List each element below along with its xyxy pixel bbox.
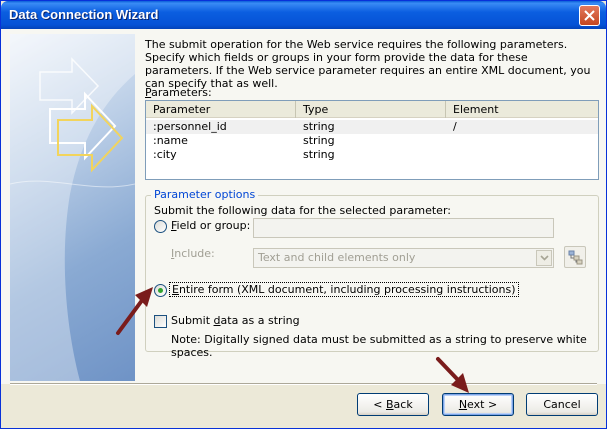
cell-type: string [303,148,335,161]
cell-element: / [453,120,457,133]
cell-type: string [303,134,335,147]
window-title: Data Connection Wizard [9,7,159,22]
cell-parameter: :city [153,148,177,161]
annotation-arrow-next [436,357,469,393]
chevron-down-icon [540,255,549,261]
back-button-label: < Back [373,398,413,411]
parameters-table[interactable]: Parameter Type Element :personnel_id str… [145,100,599,180]
entire-form-label[interactable]: Entire form (XML document, including pro… [169,282,519,297]
table-row[interactable]: :city string [146,148,598,162]
table-row[interactable]: :personnel_id string / [146,120,598,134]
cancel-button[interactable]: Cancel [526,393,598,416]
cell-type: string [303,120,335,133]
parameters-label: Parameters: [145,86,212,99]
next-button-label: Next > [458,398,498,411]
wizard-body: The submit operation for the Web service… [1,29,606,384]
close-icon [584,10,595,21]
footer-separator [10,383,597,385]
table-row[interactable]: :name string [146,134,598,148]
field-or-group-radio[interactable] [154,220,167,233]
column-header-parameter[interactable]: Parameter [146,101,296,118]
submit-following-label: Submit the following data for the select… [154,204,451,217]
select-field-icon [568,250,583,265]
select-field-button[interactable] [564,246,586,268]
close-button[interactable] [579,5,600,26]
cell-parameter: :personnel_id [153,120,227,133]
include-dropdown[interactable]: Text and child elements only [253,248,554,268]
wizard-window: Data Connection Wizard The submit operat… [0,0,607,429]
annotation-arrow-entire-form [116,287,153,335]
dropdown-button[interactable] [536,250,552,266]
parameter-options-title: Parameter options [151,188,259,201]
column-header-element[interactable]: Element [446,101,598,118]
submit-as-string-label[interactable]: Submit data as a string [171,314,300,327]
field-or-group-label[interactable]: Field or group: [171,219,250,232]
digital-signature-note: Note: Digitally signed data must be subm… [171,333,587,359]
column-header-type[interactable]: Type [296,101,446,118]
include-label: Include: [171,247,215,260]
table-header: Parameter Type Element [146,101,598,118]
include-selected-value: Text and child elements only [258,251,416,264]
title-bar[interactable]: Data Connection Wizard [1,1,606,29]
back-button[interactable]: < Back [357,393,429,416]
cell-parameter: :name [153,134,188,147]
field-or-group-input[interactable] [253,218,554,238]
intro-text: The submit operation for the Web service… [145,38,591,90]
